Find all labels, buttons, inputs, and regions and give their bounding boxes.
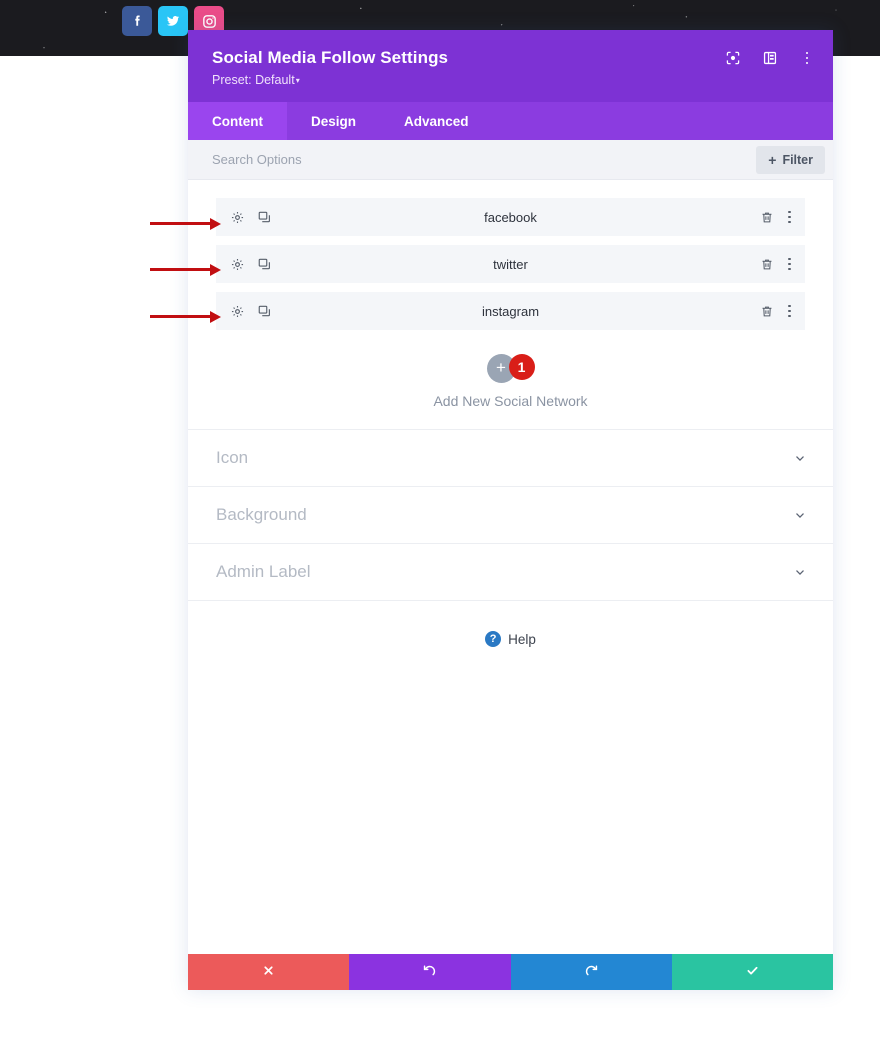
redo-button[interactable] — [510, 954, 672, 990]
accordion-section-background[interactable]: Background — [188, 487, 833, 544]
help-icon: ? — [485, 631, 502, 647]
gear-icon[interactable] — [230, 210, 245, 225]
trash-icon[interactable] — [760, 304, 774, 319]
page-root: Social Media Follow Settings Preset: Def… — [0, 0, 880, 1051]
save-button[interactable] — [671, 954, 833, 990]
add-new-social-network-button[interactable]: + 1 Add New Social Network — [188, 339, 833, 429]
gear-icon[interactable] — [230, 257, 245, 272]
add-new-label: Add New Social Network — [433, 393, 588, 409]
table-row-label: twitter — [493, 256, 528, 272]
chevron-down-icon: ▾ — [295, 76, 300, 85]
help-link[interactable]: ? Help — [188, 601, 833, 647]
count-badge: 1 — [508, 354, 535, 380]
duplicate-icon[interactable] — [257, 257, 272, 272]
settings-modal: Social Media Follow Settings Preset: Def… — [188, 30, 833, 990]
redo-icon — [584, 963, 599, 982]
more-options-icon[interactable] — [788, 257, 791, 271]
cancel-button[interactable] — [188, 954, 350, 990]
more-options-icon[interactable] — [788, 210, 791, 224]
table-row[interactable]: twitter — [216, 245, 805, 283]
accordion-label: Background — [216, 505, 307, 524]
undo-button[interactable] — [349, 954, 511, 990]
settings-accordion: Icon Background Admin Label — [188, 429, 833, 601]
row-left-icons — [230, 304, 272, 319]
gear-icon[interactable] — [230, 304, 245, 319]
search-input[interactable] — [212, 152, 757, 167]
tab-advanced[interactable]: Advanced — [380, 102, 493, 140]
arrow-instagram-row — [150, 315, 212, 318]
close-icon — [262, 964, 275, 981]
accordion-label: Admin Label — [216, 562, 311, 581]
accordion-section-admin-label[interactable]: Admin Label — [188, 544, 833, 601]
layout-panel-icon[interactable] — [760, 48, 780, 68]
arrow-facebook-row — [150, 222, 212, 225]
table-row[interactable]: instagram — [216, 292, 805, 330]
twitter-icon[interactable] — [158, 6, 188, 36]
duplicate-icon[interactable] — [257, 304, 272, 319]
table-row[interactable]: facebook — [216, 198, 805, 236]
chevron-down-icon — [793, 508, 807, 522]
modal-header-icons — [723, 48, 817, 68]
social-network-list: facebook twitter instagram — [188, 198, 833, 330]
more-options-icon[interactable] — [788, 304, 791, 318]
row-right-icons — [760, 210, 791, 225]
row-right-icons — [760, 304, 791, 319]
search-bar: + Filter — [188, 140, 833, 180]
trash-icon[interactable] — [760, 210, 774, 225]
duplicate-icon[interactable] — [257, 210, 272, 225]
trash-icon[interactable] — [760, 257, 774, 272]
chevron-down-icon — [793, 451, 807, 465]
add-button-graphic: + 1 — [486, 354, 535, 383]
accordion-label: Icon — [216, 448, 249, 467]
filter-button-label: Filter — [782, 152, 813, 167]
facebook-icon[interactable] — [122, 6, 152, 36]
filter-button[interactable]: + Filter — [756, 145, 825, 174]
accordion-section-icon[interactable]: Icon — [188, 430, 833, 487]
preset-selector[interactable]: Preset: Default▾ — [212, 73, 813, 87]
tab-design[interactable]: Design — [287, 102, 380, 140]
plus-icon: + — [768, 151, 777, 168]
arrow-twitter-row — [150, 268, 212, 271]
row-right-icons — [760, 257, 791, 272]
help-label: Help — [508, 631, 536, 647]
focus-target-icon[interactable] — [723, 48, 743, 68]
more-options-icon[interactable] — [797, 48, 817, 68]
preset-label: Preset: Default — [212, 73, 295, 87]
modal-header: Social Media Follow Settings Preset: Def… — [188, 30, 833, 102]
chevron-down-icon — [793, 565, 807, 579]
tab-content[interactable]: Content — [188, 102, 287, 140]
modal-tabs: Content Design Advanced — [188, 102, 833, 140]
undo-icon — [422, 963, 437, 982]
row-left-icons — [230, 257, 272, 272]
modal-body: facebook twitter instagram + 1 Add New S… — [188, 180, 833, 647]
row-left-icons — [230, 210, 272, 225]
table-row-label: instagram — [481, 303, 540, 319]
modal-footer — [188, 954, 833, 990]
check-icon — [745, 963, 760, 982]
table-row-label: facebook — [484, 209, 537, 225]
